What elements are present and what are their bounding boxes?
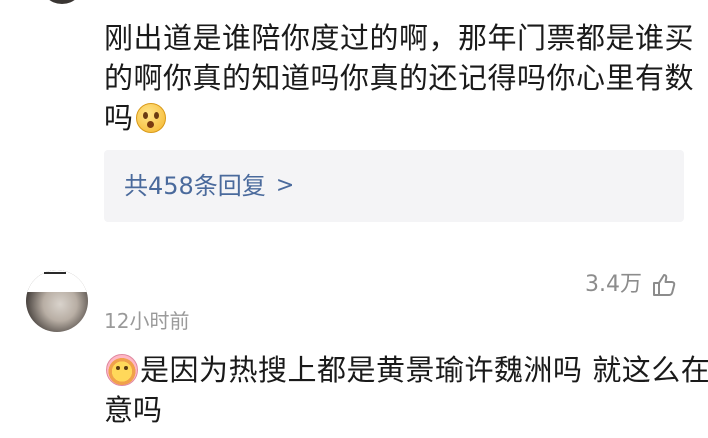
comment-text-line: 吗 [104, 98, 166, 138]
chevron-right-icon: > [275, 173, 295, 198]
comment-text: 是因为热搜上都是黄景瑜许魏洲吗 就这么在 [140, 353, 708, 387]
avatar[interactable] [26, 270, 88, 332]
flower-face-icon [106, 354, 138, 386]
comment-text-line: 的啊你真的知道吗你真的还记得吗你心里有数 [104, 61, 695, 95]
comment-text-line: 是因为热搜上都是黄景瑜许魏洲吗 就这么在 [104, 350, 708, 390]
shocked-face-icon [135, 103, 166, 133]
view-replies-link[interactable]: 共458条回复 > [124, 169, 294, 203]
replies-count-label: 共458条回复 [124, 172, 266, 200]
previous-user-avatar[interactable] [40, 0, 84, 4]
comment-text-line: 刚出道是谁陪你度过的啊，那年门票都是谁买 [104, 21, 695, 55]
thumbs-up-icon [653, 274, 676, 296]
avatar-frame-line [44, 272, 66, 274]
like-count: 3.4万 [585, 272, 642, 297]
like-button[interactable]: 3.4万 [585, 270, 678, 300]
replies-panel[interactable]: 共458条回复 > [104, 150, 684, 222]
comment-text-tail: 吗 [104, 101, 134, 135]
comment-timestamp: 12小时前 [104, 309, 190, 333]
comment-text-line: 意吗 [104, 393, 163, 427]
